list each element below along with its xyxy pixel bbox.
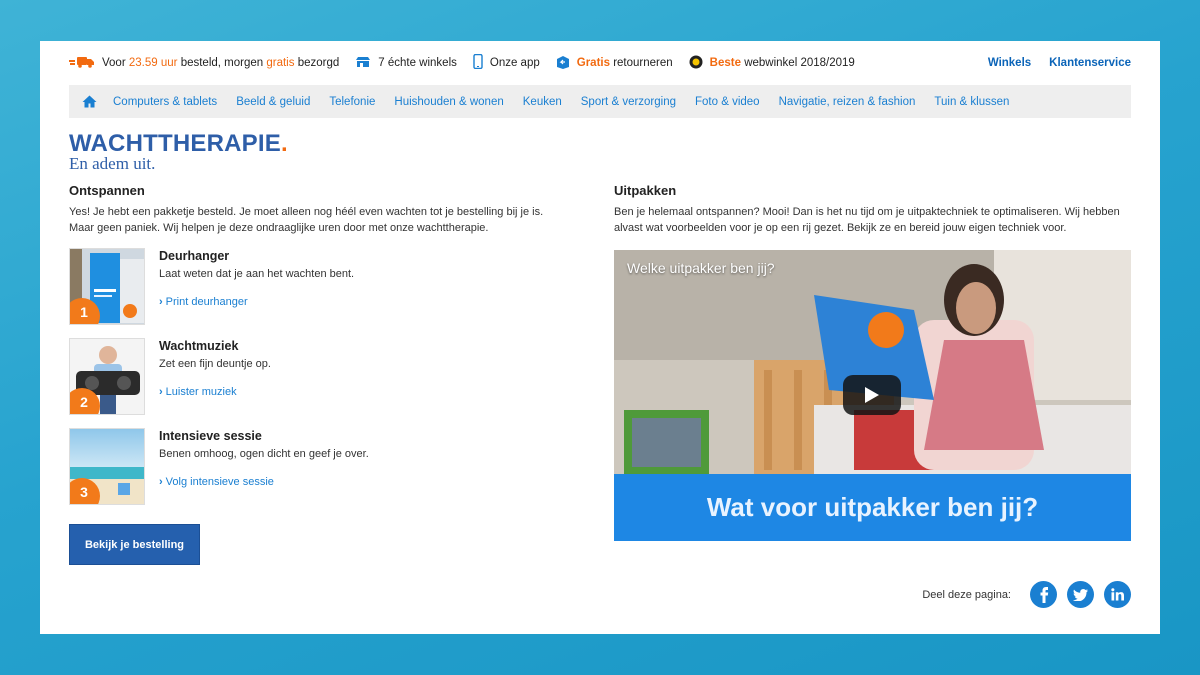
relax-heading: Ontspannen [69, 183, 145, 198]
nav-computers-tablets[interactable]: Computers & tablets [113, 96, 217, 108]
unpack-section: Uitpakken Ben je helemaal ontspannen? Mo… [614, 183, 1131, 541]
nav-tuin-klussen[interactable]: Tuin & klussen [934, 96, 1009, 108]
usp-app: Onze app [473, 53, 540, 72]
nav-navigatie-reizen-fashion[interactable]: Navigatie, reizen & fashion [779, 96, 916, 108]
intensive-session-link[interactable]: › Volg intensieve sessie [159, 476, 369, 488]
chevron-right-icon: › [159, 296, 163, 308]
page-card: Voor 23.59 uur besteld, morgen gratis be… [40, 41, 1160, 634]
delivery-truck-icon [69, 56, 95, 71]
unpack-intro: Ben je helemaal ontspannen? Mooi! Dan is… [614, 206, 1120, 234]
nav-sport-verzorging[interactable]: Sport & verzorging [581, 96, 676, 108]
step-list: 1 Deurhanger Laat weten dat je aan het w… [69, 248, 569, 518]
nav-keuken[interactable]: Keuken [523, 96, 562, 108]
share-bar: Deel deze pagina: [922, 581, 1131, 608]
usp-stores: 7 échte winkels [355, 56, 457, 71]
nav-huishouden-wonen[interactable]: Huishouden & wonen [394, 96, 503, 108]
linkedin-icon[interactable] [1104, 581, 1131, 608]
top-links: Winkels Klantenservice [988, 57, 1131, 69]
video-player[interactable]: Welke uitpakker ben jij? Wat voor uitpak… [614, 250, 1131, 541]
relax-section: Ontspannen Yes! Je hebt een pakketje bes… [69, 183, 569, 565]
play-icon [865, 387, 879, 403]
video-title: Welke uitpakker ben jij? [627, 260, 775, 276]
step-description: Laat weten dat je aan het wachten bent. [159, 268, 355, 280]
title-text: WACHTTHERAPIE [69, 130, 281, 157]
step-title: Intensieve sessie [159, 429, 262, 443]
step-description: Benen omhoog, ogen dicht en geef je over… [159, 448, 369, 460]
return-box-icon [556, 55, 570, 72]
store-icon [355, 56, 371, 71]
unpack-heading: Uitpakken [614, 183, 677, 198]
facebook-icon[interactable] [1030, 581, 1057, 608]
page-title: WACHTTHERAPIE. En adem uit. [69, 130, 288, 174]
print-door-hanger-link[interactable]: › Print deurhanger [159, 296, 354, 308]
beach-thumbnail[interactable]: 3 [69, 428, 145, 505]
video-banner: Wat voor uitpakker ben jij? [614, 474, 1131, 541]
stores-link[interactable]: Winkels [988, 57, 1031, 69]
home-icon[interactable] [82, 95, 97, 108]
chevron-right-icon: › [159, 476, 163, 488]
usp-bar: Voor 23.59 uur besteld, morgen gratis be… [69, 53, 1131, 73]
usp-delivery: Voor 23.59 uur besteld, morgen gratis be… [69, 56, 339, 71]
nav-beeld-geluid[interactable]: Beeld & geluid [236, 96, 310, 108]
twitter-icon[interactable] [1067, 581, 1094, 608]
step-title: Deurhanger [159, 249, 230, 263]
customer-service-link[interactable]: Klantenservice [1049, 57, 1131, 69]
award-badge-icon [689, 55, 703, 72]
door-hanger-thumbnail[interactable]: 1 [69, 248, 145, 325]
chevron-right-icon: › [159, 386, 163, 398]
main-nav: Computers & tablets Beeld & geluid Telef… [69, 85, 1131, 118]
step-title: Wachtmuziek [159, 339, 239, 353]
phone-icon [473, 53, 483, 72]
step-item: 2 Wachtmuziek Zet een fijn deuntje op. ›… [69, 338, 569, 428]
nav-foto-video[interactable]: Foto & video [695, 96, 760, 108]
usp-award: Beste webwinkel 2018/2019 [689, 55, 855, 72]
nav-telefonie[interactable]: Telefonie [329, 96, 375, 108]
share-label: Deel deze pagina: [922, 588, 1011, 601]
step-item: 3 Intensieve sessie Benen omhoog, ogen d… [69, 428, 569, 518]
listen-music-link[interactable]: › Luister muziek [159, 386, 271, 398]
step-description: Zet een fijn deuntje op. [159, 358, 271, 370]
relax-intro: Yes! Je hebt een pakketje besteld. Je mo… [69, 206, 544, 234]
step-item: 1 Deurhanger Laat weten dat je aan het w… [69, 248, 569, 338]
title-dot: . [280, 130, 288, 157]
usp-returns: Gratis retourneren [556, 55, 673, 72]
view-order-button[interactable]: Bekijk je bestelling [69, 524, 200, 565]
play-button[interactable] [843, 375, 901, 415]
music-thumbnail[interactable]: 2 [69, 338, 145, 415]
